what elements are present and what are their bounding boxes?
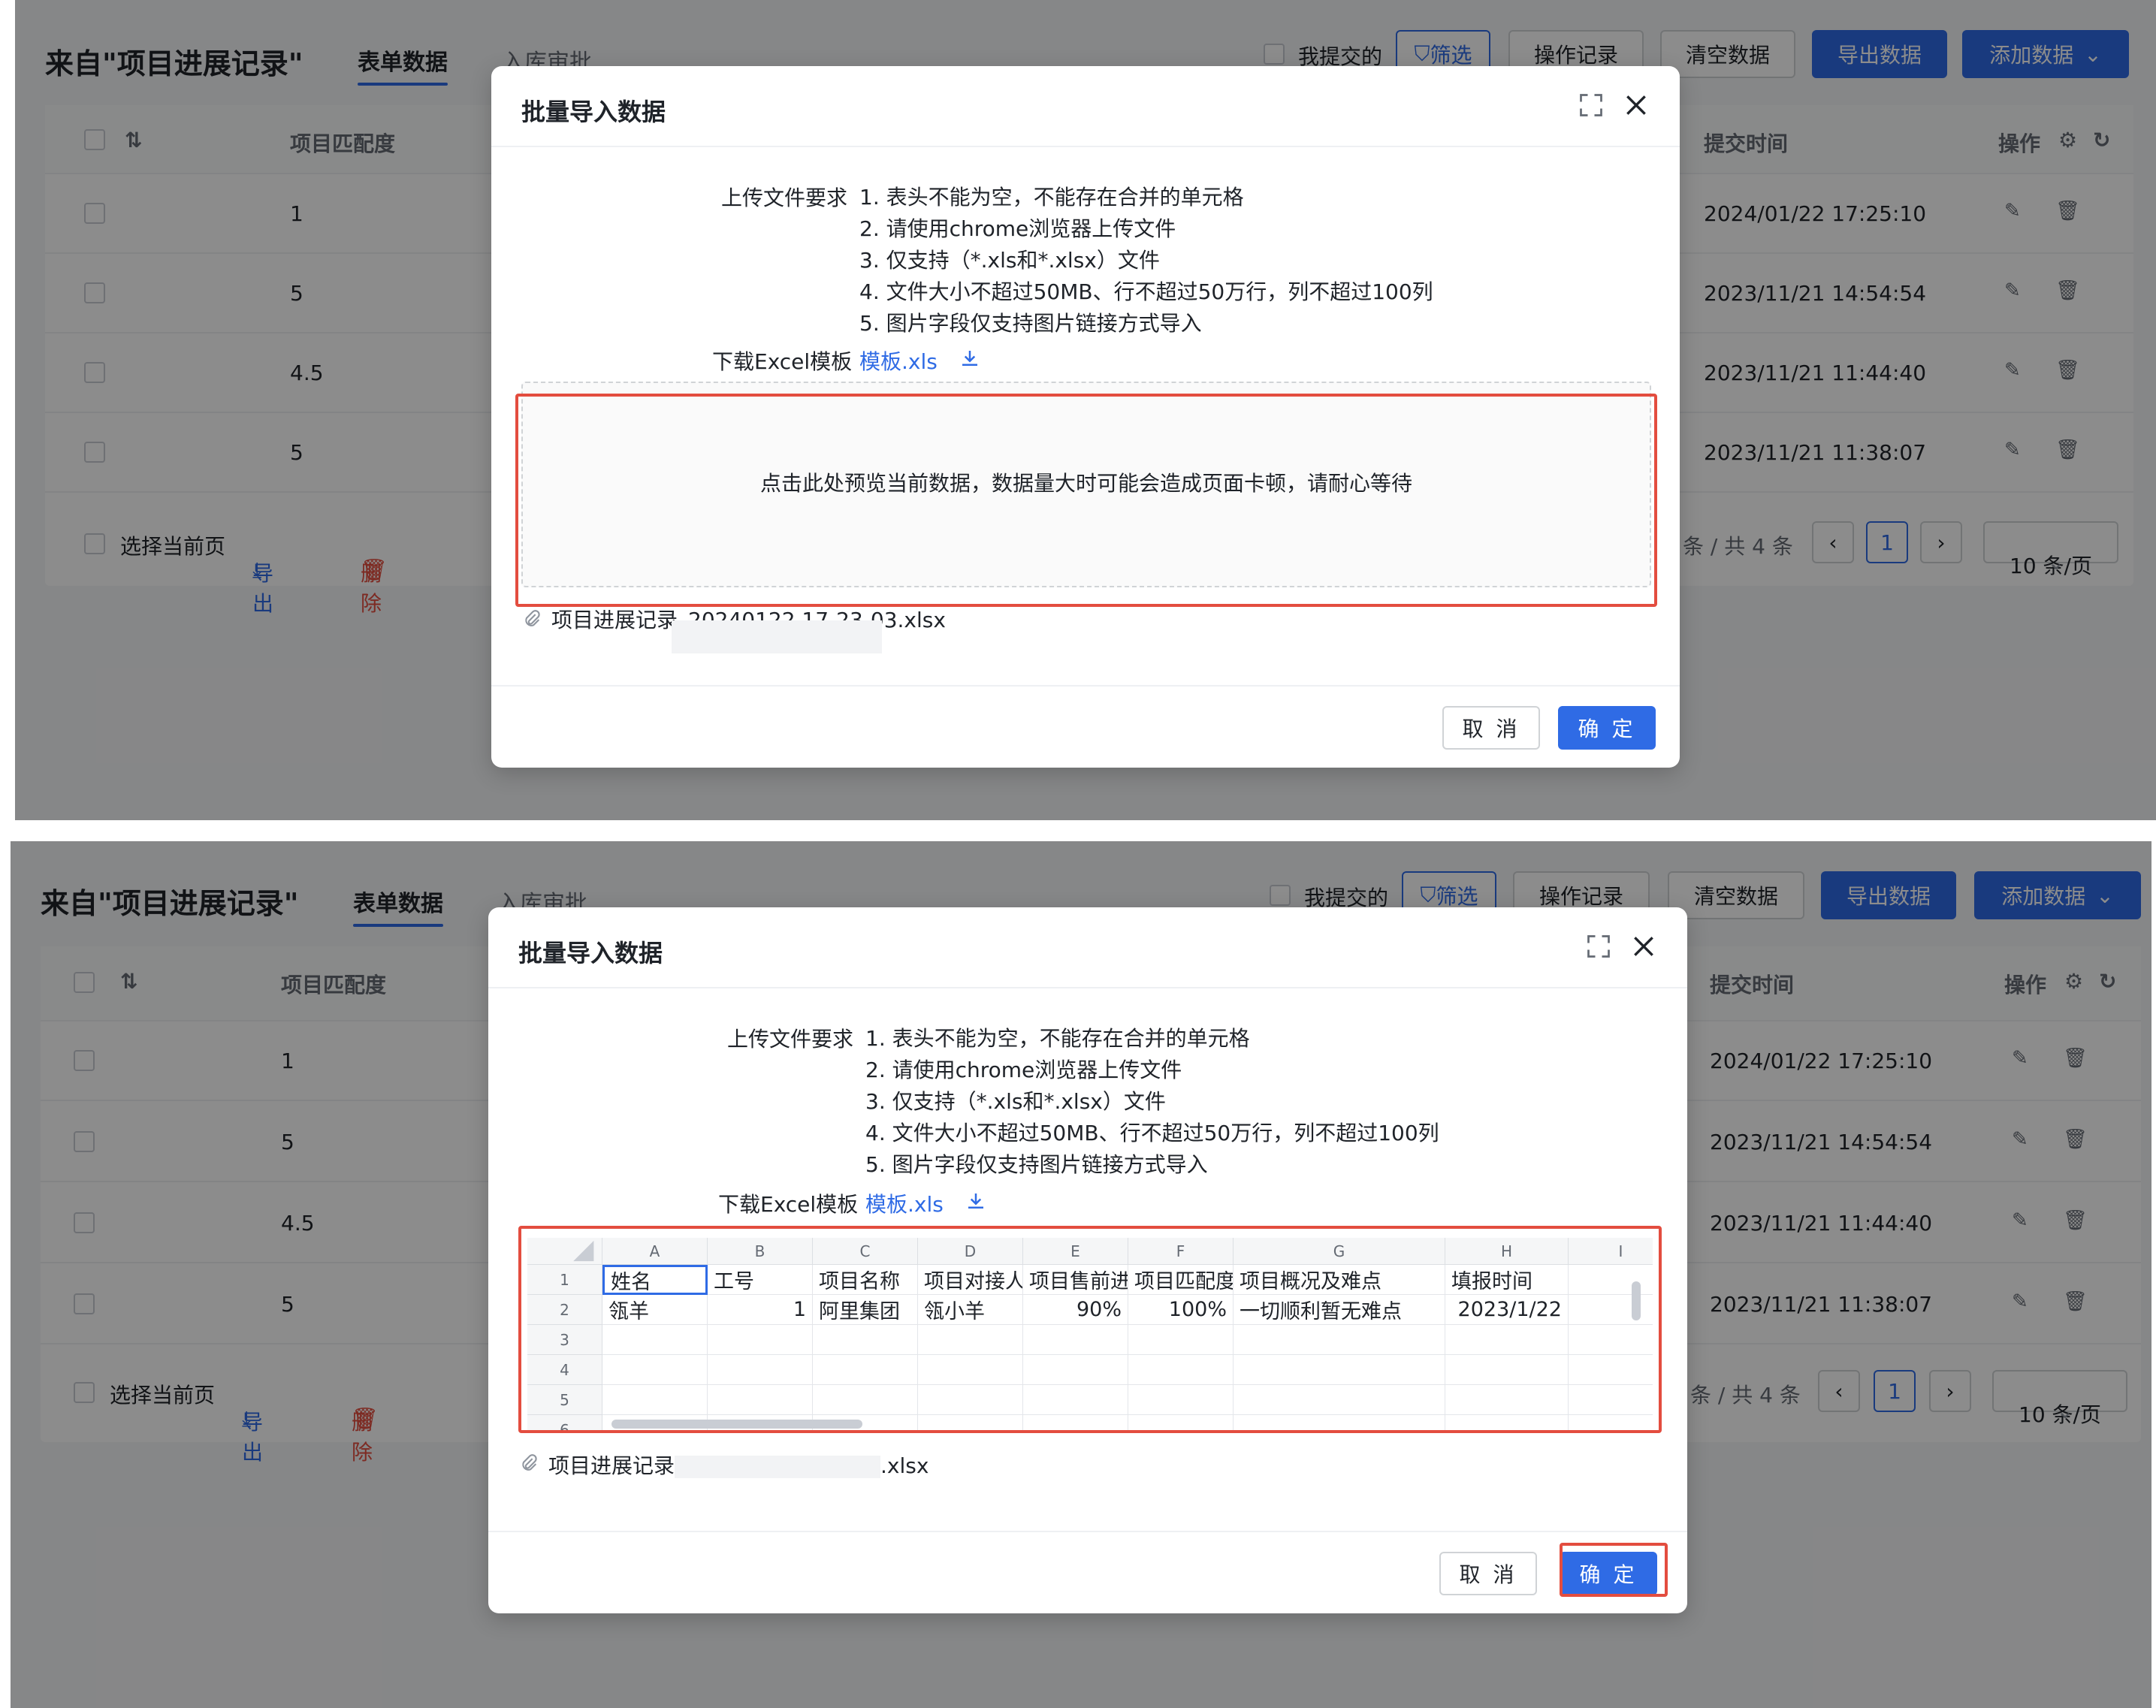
highlight-box — [518, 1226, 1662, 1433]
requirements-list: 1. 表头不能为空，不能存在合并的单元格 2. 请使用chrome浏览器上传文件… — [859, 182, 1433, 339]
template-label: 下载Excel模板 — [712, 349, 853, 374]
requirement-item: 3. 仅支持（*.xls和*.xlsx）文件 — [865, 1089, 1166, 1114]
template-label: 下载Excel模板 — [718, 1192, 859, 1217]
requirement-item: 4. 文件大小不超过50MB、行不超过50万行，列不超过100列 — [859, 279, 1433, 304]
expand-icon[interactable] — [1585, 933, 1612, 960]
requirements-list: 1. 表头不能为空，不能存在合并的单元格 2. 请使用chrome浏览器上传文件… — [865, 1023, 1439, 1181]
modal-header: 批量导入数据 — [488, 907, 1687, 988]
screenshot-before: 来自"项目进展记录" 表单数据 入库审批 我提交的 ⛉ 筛选 操作记录 清空数据 … — [15, 0, 2156, 820]
import-modal: 批量导入数据 上传文件要求 1. 表头不能为空，不能存在合并的单元格 2. 请使… — [491, 66, 1680, 768]
confirm-button[interactable]: 确 定 — [1558, 706, 1656, 750]
highlight-box — [1560, 1543, 1668, 1597]
template-link[interactable]: 模板.xls — [865, 1188, 944, 1218]
highlight-box — [515, 394, 1657, 607]
uploaded-file-name[interactable]: 项目进展记录 .xlsx — [548, 1450, 929, 1480]
modal-footer: 取 消 确 定 — [491, 685, 1680, 768]
requirements-label: 上传文件要求 — [727, 1027, 854, 1052]
requirement-item: 1. 表头不能为空，不能存在合并的单元格 — [859, 185, 1244, 210]
cancel-button[interactable]: 取 消 — [1439, 1552, 1537, 1595]
requirement-item: 5. 图片字段仅支持图片链接方式导入 — [859, 311, 1202, 336]
requirement-item: 2. 请使用chrome浏览器上传文件 — [865, 1058, 1182, 1082]
requirements-label: 上传文件要求 — [721, 186, 848, 210]
requirement-item: 5. 图片字段仅支持图片链接方式导入 — [865, 1152, 1208, 1177]
modal-title: 批量导入数据 — [518, 939, 663, 967]
template-link[interactable]: 模板.xls — [859, 346, 938, 376]
requirement-item: 2. 请使用chrome浏览器上传文件 — [859, 216, 1176, 241]
cancel-button[interactable]: 取 消 — [1442, 706, 1540, 750]
import-modal: 批量导入数据 上传文件要求 1. 表头不能为空，不能存在合并的单元格 2. 请使… — [488, 907, 1687, 1613]
requirement-item: 1. 表头不能为空，不能存在合并的单元格 — [865, 1026, 1250, 1051]
close-icon[interactable] — [1629, 931, 1659, 961]
close-icon[interactable] — [1621, 90, 1651, 120]
redaction-mask — [675, 1456, 881, 1478]
modal-title: 批量导入数据 — [521, 98, 666, 126]
expand-icon[interactable] — [1578, 92, 1605, 119]
requirement-item: 4. 文件大小不超过50MB、行不超过50万行，列不超过100列 — [865, 1121, 1439, 1145]
modal-header: 批量导入数据 — [491, 66, 1680, 147]
screenshot-after: 来自"项目进展记录" 表单数据 入库审批 我提交的 ⛉ 筛选 操作记录 清空数据 … — [11, 841, 2156, 1708]
redaction-mask — [672, 620, 882, 653]
requirement-item: 3. 仅支持（*.xls和*.xlsx）文件 — [859, 248, 1160, 273]
paperclip-icon — [525, 610, 540, 626]
download-icon[interactable] — [959, 347, 981, 370]
file-suffix: .xlsx — [880, 1453, 929, 1478]
paperclip-icon — [522, 1454, 537, 1471]
modal-footer: 取 消 确 定 — [488, 1531, 1687, 1613]
download-icon[interactable] — [965, 1190, 987, 1212]
file-prefix: 项目进展记录 — [548, 1453, 675, 1478]
